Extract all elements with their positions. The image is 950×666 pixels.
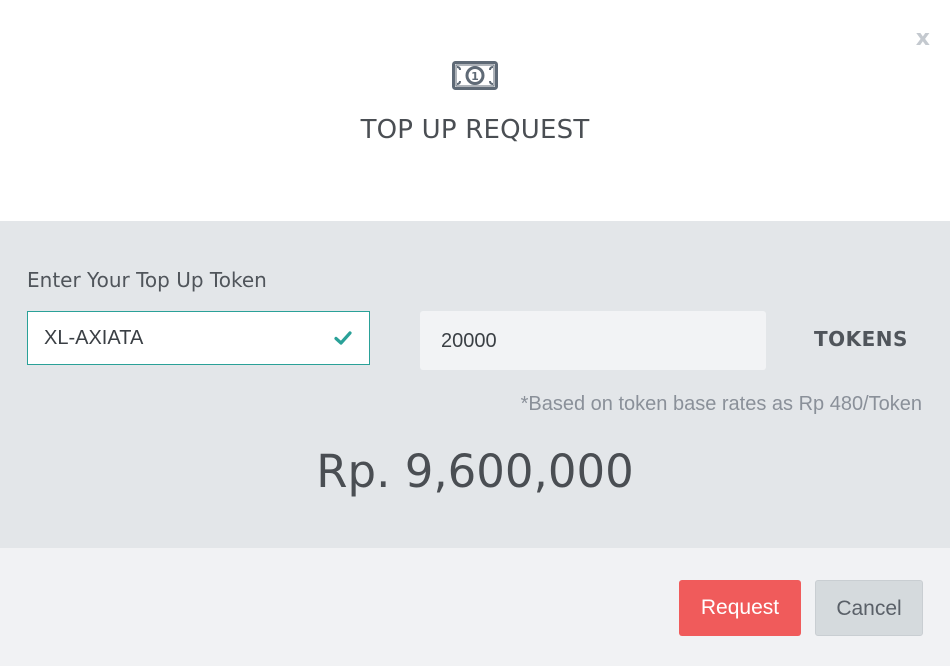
check-icon <box>334 331 352 345</box>
dialog-title: TOP UP REQUEST <box>360 115 590 145</box>
rate-note: *Based on token base rates as Rp 480/Tok… <box>520 393 922 415</box>
token-code-value: XL-AXIATA <box>44 327 144 349</box>
dialog-footer: Request Cancel <box>0 548 950 666</box>
top-up-request-dialog: x 1 TOP UP REQUEST Enter Your Top Up Tok… <box>0 0 950 666</box>
total-amount: Rp. 9,600,000 <box>316 445 634 498</box>
close-button[interactable]: x <box>916 26 930 52</box>
cancel-button[interactable]: Cancel <box>815 580 923 636</box>
money-bill-icon: 1 <box>452 61 498 90</box>
dialog-header: x 1 TOP UP REQUEST <box>0 0 950 221</box>
money-bill-number: 1 <box>471 70 479 83</box>
token-code-input[interactable]: XL-AXIATA <box>27 311 370 365</box>
tokens-unit-label: TOKENS <box>814 327 908 351</box>
top-up-token-label: Enter Your Top Up Token <box>27 268 267 292</box>
token-amount-input[interactable]: 20000 <box>420 311 766 370</box>
token-amount-value: 20000 <box>441 330 497 352</box>
request-button[interactable]: Request <box>679 580 801 636</box>
dialog-body: Enter Your Top Up Token XL-AXIATA 20000 … <box>0 221 950 548</box>
